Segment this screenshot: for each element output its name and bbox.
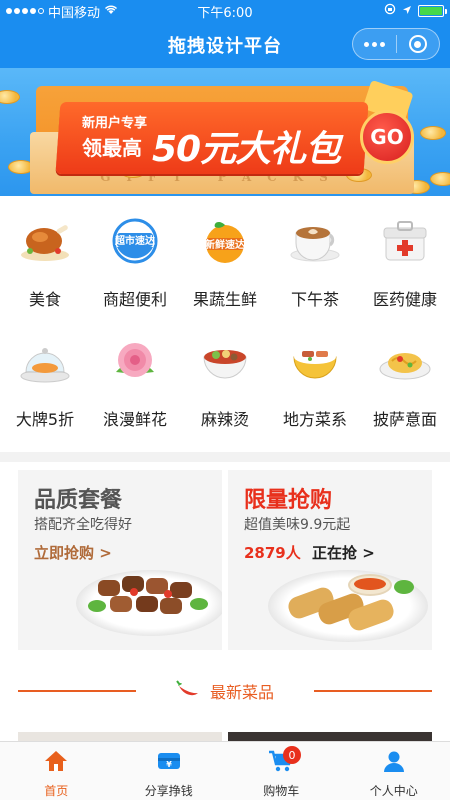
rotation-lock-icon bbox=[384, 3, 396, 19]
hotpot-bowl-icon bbox=[197, 336, 253, 386]
category-label: 麻辣烫 bbox=[200, 410, 249, 429]
page-title: 拖拽设计平台 bbox=[168, 36, 282, 57]
mini-program-capsule bbox=[352, 28, 440, 60]
category-label: 大牌5折 bbox=[15, 410, 75, 429]
tab-share[interactable]: ¥ 分享挣钱 bbox=[113, 742, 226, 800]
category-item-brand-discount[interactable]: 大牌5折 bbox=[0, 326, 90, 436]
section-line-right bbox=[314, 690, 432, 692]
supermarket-icon: 超市速达 bbox=[107, 216, 163, 266]
user-icon bbox=[383, 750, 405, 776]
coffee-cup-icon bbox=[287, 216, 343, 266]
navigation-bar: 拖拽设计平台 bbox=[0, 22, 450, 68]
promo-card-subtitle: 搭配齐全吃得好 bbox=[34, 517, 132, 533]
chili-pepper-icon bbox=[176, 680, 202, 702]
tab-label: 分享挣钱 bbox=[144, 784, 193, 798]
rice-bowl-icon bbox=[287, 336, 343, 386]
banner-subtitle: 新用户专享 bbox=[82, 116, 148, 131]
bottom-tab-bar: 首页 ¥ 分享挣钱 0 购物车 个人中心 bbox=[0, 741, 450, 800]
tab-profile[interactable]: 个人中心 bbox=[338, 742, 450, 800]
category-item-pizza-pasta[interactable]: 披萨意面 bbox=[360, 326, 450, 436]
tab-label: 购物车 bbox=[263, 784, 300, 798]
tab-cart[interactable]: 0 购物车 bbox=[225, 742, 338, 800]
coin-decoration bbox=[430, 172, 450, 186]
tab-label: 首页 bbox=[44, 784, 69, 798]
promo-card-quality-set[interactable]: 品质套餐 搭配齐全吃得好 立即抢购 > bbox=[18, 470, 222, 650]
category-item-pharmacy[interactable]: 医药健康 bbox=[360, 206, 450, 316]
location-arrow-icon bbox=[402, 4, 412, 19]
category-label: 果蔬生鲜 bbox=[192, 290, 257, 309]
promo-card-action[interactable]: 立即抢购 > bbox=[34, 542, 112, 563]
category-item-food[interactable]: 美食 bbox=[0, 206, 90, 316]
section-title: 最新菜品 bbox=[209, 683, 274, 702]
signal-icon bbox=[6, 8, 44, 14]
category-item-fresh[interactable]: 新鲜速达 果蔬生鲜 bbox=[180, 206, 270, 316]
section-line-left bbox=[18, 690, 136, 692]
cart-count-badge: 0 bbox=[283, 746, 301, 764]
banner-go-button[interactable]: GO bbox=[360, 110, 414, 164]
category-item-flowers[interactable]: 浪漫鲜花 bbox=[90, 326, 180, 436]
capsule-close-button[interactable] bbox=[397, 35, 440, 53]
pasta-plate-icon bbox=[377, 336, 433, 386]
category-item-regional[interactable]: 地方菜系 bbox=[270, 326, 360, 436]
wifi-icon bbox=[104, 4, 118, 19]
latest-dishes-header: 最新菜品 bbox=[0, 676, 450, 706]
svg-text:超市速达: 超市速达 bbox=[114, 234, 155, 247]
battery-level bbox=[420, 7, 442, 15]
carrier-label: 中国移动 bbox=[48, 5, 101, 21]
category-label: 浪漫鲜花 bbox=[102, 410, 167, 429]
capsule-close-icon bbox=[408, 35, 427, 53]
svg-text:¥: ¥ bbox=[166, 760, 172, 769]
clock-time: 下午6:00 bbox=[197, 5, 253, 21]
banner-highlight: 50元大礼包 bbox=[152, 129, 341, 170]
coin-decoration bbox=[0, 90, 20, 104]
roast-chicken-icon bbox=[17, 216, 73, 266]
category-label: 医药健康 bbox=[372, 290, 437, 309]
promo-card-flash-sale[interactable]: 限量抢购 超值美味9.9元起 2879人 正在抢 > bbox=[228, 470, 432, 650]
share-money-icon: ¥ bbox=[156, 750, 182, 776]
app-page: 中国移动 下午6:00 拖拽设计平台 GIFT PACKS 新用户专享 领最高 … bbox=[0, 0, 450, 800]
category-label: 下午茶 bbox=[290, 290, 339, 309]
status-bar: 中国移动 下午6:00 bbox=[0, 0, 450, 22]
section-divider bbox=[0, 452, 450, 462]
coin-decoration bbox=[420, 126, 446, 140]
rose-flower-icon bbox=[107, 336, 163, 386]
battery-icon bbox=[418, 5, 447, 17]
banner-prefix: 领最高 bbox=[82, 136, 142, 160]
participant-count: 2879人 bbox=[244, 544, 301, 562]
svg-text:新鲜速达: 新鲜速达 bbox=[205, 238, 245, 251]
category-item-malatang[interactable]: 麻辣烫 bbox=[180, 326, 270, 436]
promo-card-action[interactable]: 正在抢 > bbox=[312, 542, 375, 563]
category-grid: 美食 超市速达 商超便利 新鲜速达 果蔬生鲜 下午茶 医药健康 大牌5折 浪漫鲜… bbox=[0, 206, 450, 440]
medicine-box-icon bbox=[377, 216, 433, 266]
home-icon bbox=[44, 750, 68, 776]
category-label: 商超便利 bbox=[102, 290, 167, 309]
tab-home[interactable]: 首页 bbox=[0, 742, 113, 800]
orange-fruit-icon: 新鲜速达 bbox=[197, 216, 253, 266]
promo-card-subtitle: 超值美味9.9元起 bbox=[244, 517, 351, 533]
cloche-dish-icon bbox=[17, 336, 73, 386]
promo-banner[interactable]: GIFT PACKS 新用户专享 领最高 50元大礼包 GO bbox=[0, 68, 450, 196]
more-dots-icon[interactable] bbox=[353, 41, 396, 47]
tab-label: 个人中心 bbox=[369, 784, 418, 798]
category-label: 披萨意面 bbox=[372, 410, 437, 429]
category-label: 美食 bbox=[28, 290, 61, 309]
promo-card-title: 品质套餐 bbox=[34, 488, 123, 513]
category-item-supermarket[interactable]: 超市速达 商超便利 bbox=[90, 206, 180, 316]
category-item-afternoon-tea[interactable]: 下午茶 bbox=[270, 206, 360, 316]
promo-card-title: 限量抢购 bbox=[244, 488, 333, 513]
category-label: 地方菜系 bbox=[282, 410, 347, 429]
